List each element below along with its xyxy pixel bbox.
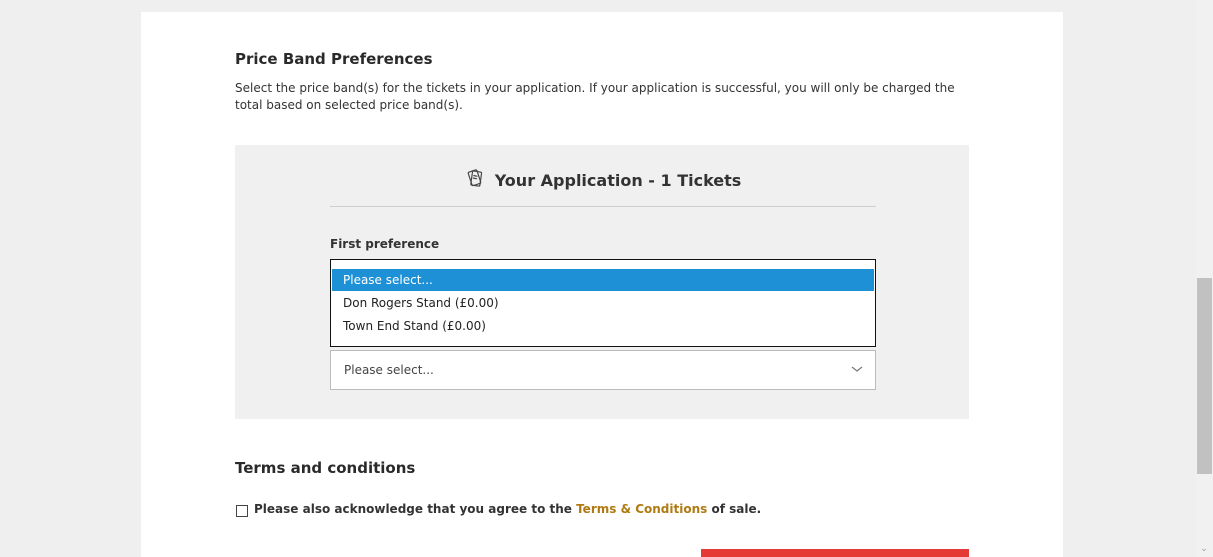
second-preference-select[interactable]: Please select...	[330, 350, 876, 390]
select-value: Please select...	[344, 363, 434, 377]
scrollbar-thumb[interactable]	[1197, 278, 1212, 474]
price-band-title: Price Band Preferences	[235, 50, 433, 68]
chevron-down-icon[interactable]	[849, 361, 865, 377]
dropdown-option[interactable]: Please select...	[332, 269, 874, 291]
application-title: Your Application - 1 Tickets	[494, 170, 742, 190]
terms-link[interactable]: Terms & Conditions	[576, 502, 707, 516]
divider	[330, 206, 876, 207]
terms-title: Terms and conditions	[235, 459, 416, 477]
terms-acknowledgement: Please also acknowledge that you agree t…	[254, 502, 761, 516]
dropdown-option[interactable]: Don Rogers Stand (£0.00)	[332, 292, 874, 314]
ticket-icon	[465, 168, 485, 192]
application-header: Your Application - 1 Tickets	[330, 165, 876, 195]
scroll-down-icon[interactable]: ⌄	[1198, 544, 1210, 554]
submit-button[interactable]	[701, 549, 969, 557]
terms-checkbox[interactable]	[236, 505, 248, 517]
dropdown-option[interactable]: Town End Stand (£0.00)	[332, 315, 874, 337]
terms-text-before: Please also acknowledge that you agree t…	[254, 502, 572, 516]
price-band-description: Select the price band(s) for the tickets…	[235, 81, 955, 112]
page-margin	[1063, 12, 1196, 557]
first-preference-dropdown-list[interactable]: Please select... Don Rogers Stand (£0.00…	[330, 259, 876, 347]
first-preference-label: First preference	[330, 237, 440, 251]
terms-text-after: of sale.	[711, 502, 762, 516]
